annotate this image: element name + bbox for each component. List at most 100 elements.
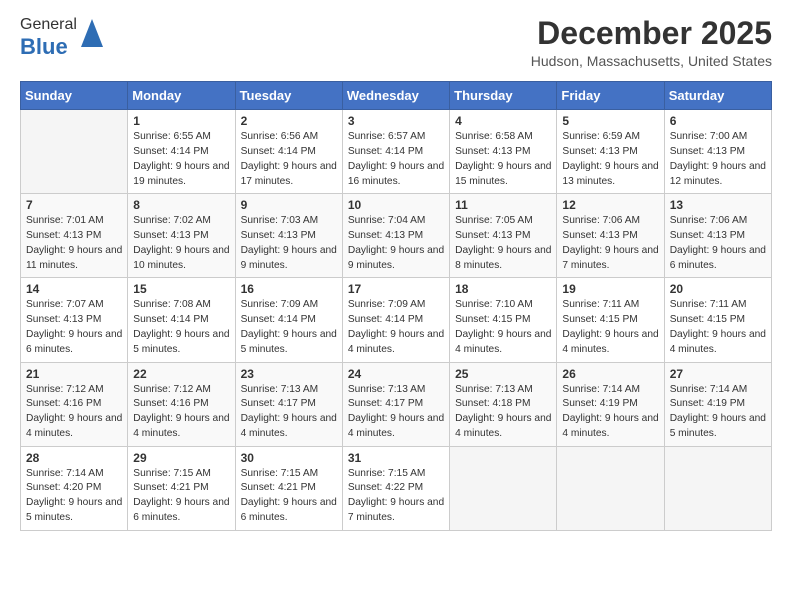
calendar-cell: 29 Sunrise: 7:15 AMSunset: 4:21 PMDayligh… — [128, 446, 235, 530]
day-detail: Sunrise: 7:13 AMSunset: 4:17 PMDaylight:… — [241, 383, 337, 442]
calendar-week-row: 14 Sunrise: 7:07 AMSunset: 4:13 PMDayligh… — [21, 278, 772, 362]
calendar-cell: 1 Sunrise: 6:55 AMSunset: 4:14 PMDaylight… — [128, 110, 235, 194]
header-wednesday: Wednesday — [342, 82, 449, 110]
day-number: 18 — [455, 282, 551, 296]
calendar-cell: 9Sunrise: 7:03 AMSunset: 4:13 PMDaylight… — [235, 194, 342, 278]
logo-blue-text: Blue — [20, 34, 68, 59]
day-detail: Sunrise: 7:15 AMSunset: 4:21 PMDaylight:… — [241, 467, 337, 526]
day-detail: Sunrise: 7:10 AMSunset: 4:15 PMDaylight:… — [455, 298, 551, 357]
page-header: General Blue December 2025 Hudson, Massa… — [20, 16, 772, 69]
day-detail: Sunrise: 7:11 AMSunset: 4:15 PMDaylight:… — [670, 298, 766, 357]
calendar-cell: 27 Sunrise: 7:14 AMSunset: 4:19 PMDayligh… — [664, 362, 771, 446]
calendar-cell — [664, 446, 771, 530]
calendar-cell: 31Sunrise: 7:15 AMSunset: 4:22 PMDayligh… — [342, 446, 449, 530]
day-number: 8 — [133, 198, 229, 212]
day-detail: Sunrise: 7:14 AMSunset: 4:19 PMDaylight:… — [670, 383, 766, 442]
calendar-week-row: 28 Sunrise: 7:14 AMSunset: 4:20 PMDayligh… — [21, 446, 772, 530]
header-thursday: Thursday — [450, 82, 557, 110]
location: Hudson, Massachusetts, United States — [531, 53, 772, 69]
day-number: 29 — [133, 451, 229, 465]
day-detail: Sunrise: 7:13 AMSunset: 4:18 PMDaylight:… — [455, 383, 551, 442]
calendar-cell: 30 Sunrise: 7:15 AMSunset: 4:21 PMDayligh… — [235, 446, 342, 530]
calendar-cell: 26 Sunrise: 7:14 AMSunset: 4:19 PMDayligh… — [557, 362, 664, 446]
day-number: 6 — [670, 114, 766, 128]
day-detail: Sunrise: 7:14 AMSunset: 4:20 PMDaylight:… — [26, 467, 122, 526]
day-detail: Sunrise: 7:05 AMSunset: 4:13 PMDaylight:… — [455, 214, 551, 273]
day-number: 27 — [670, 367, 766, 381]
calendar-cell: 23 Sunrise: 7:13 AMSunset: 4:17 PMDayligh… — [235, 362, 342, 446]
day-detail: Sunrise: 7:06 AMSunset: 4:13 PMDaylight:… — [670, 214, 766, 273]
day-detail: Sunrise: 7:15 AMSunset: 4:21 PMDaylight:… — [133, 467, 229, 526]
calendar-week-row: 21 Sunrise: 7:12 AMSunset: 4:16 PMDayligh… — [21, 362, 772, 446]
day-detail: Sunrise: 7:00 AMSunset: 4:13 PMDaylight:… — [670, 130, 766, 189]
day-detail: Sunrise: 7:15 AMSunset: 4:22 PMDaylight:… — [348, 467, 444, 526]
day-number: 23 — [241, 367, 337, 381]
calendar-cell: 14 Sunrise: 7:07 AMSunset: 4:13 PMDayligh… — [21, 278, 128, 362]
calendar-cell: 25 Sunrise: 7:13 AMSunset: 4:18 PMDayligh… — [450, 362, 557, 446]
calendar-cell: 5 Sunrise: 6:59 AMSunset: 4:13 PMDaylight… — [557, 110, 664, 194]
day-detail: Sunrise: 7:14 AMSunset: 4:19 PMDaylight:… — [562, 383, 658, 442]
calendar-cell: 13 Sunrise: 7:06 AMSunset: 4:13 PMDayligh… — [664, 194, 771, 278]
day-detail: Sunrise: 7:09 AMSunset: 4:14 PMDaylight:… — [241, 298, 337, 357]
day-number: 17 — [348, 282, 444, 296]
day-detail: Sunrise: 7:09 AMSunset: 4:14 PMDaylight:… — [348, 298, 444, 357]
calendar-cell — [450, 446, 557, 530]
day-number: 12 — [562, 198, 658, 212]
calendar-cell: 21 Sunrise: 7:12 AMSunset: 4:16 PMDayligh… — [21, 362, 128, 446]
day-number: 22 — [133, 367, 229, 381]
day-detail: Sunrise: 6:56 AMSunset: 4:14 PMDaylight:… — [241, 130, 337, 189]
day-detail: Sunrise: 6:58 AMSunset: 4:13 PMDaylight:… — [455, 130, 551, 189]
day-detail: Sunrise: 7:13 AMSunset: 4:17 PMDaylight:… — [348, 383, 444, 442]
calendar-cell: 22 Sunrise: 7:12 AMSunset: 4:16 PMDayligh… — [128, 362, 235, 446]
calendar-cell: 15Sunrise: 7:08 AMSunset: 4:14 PMDayligh… — [128, 278, 235, 362]
calendar-cell: 3 Sunrise: 6:57 AMSunset: 4:14 PMDaylight… — [342, 110, 449, 194]
calendar-cell: 12 Sunrise: 7:06 AMSunset: 4:13 PMDayligh… — [557, 194, 664, 278]
day-number: 26 — [562, 367, 658, 381]
title-block: December 2025 Hudson, Massachusetts, Uni… — [531, 16, 772, 69]
day-number: 4 — [455, 114, 551, 128]
calendar-cell: 28 Sunrise: 7:14 AMSunset: 4:20 PMDayligh… — [21, 446, 128, 530]
month-title: December 2025 — [531, 16, 772, 51]
day-detail: Sunrise: 7:01 AMSunset: 4:13 PMDaylight:… — [26, 214, 122, 273]
day-detail: Sunrise: 6:57 AMSunset: 4:14 PMDaylight:… — [348, 130, 444, 189]
header-friday: Friday — [557, 82, 664, 110]
day-number: 25 — [455, 367, 551, 381]
day-detail: Sunrise: 7:12 AMSunset: 4:16 PMDaylight:… — [26, 383, 122, 442]
calendar-cell: 24 Sunrise: 7:13 AMSunset: 4:17 PMDayligh… — [342, 362, 449, 446]
calendar-week-row: 1 Sunrise: 6:55 AMSunset: 4:14 PMDaylight… — [21, 110, 772, 194]
logo-general-text: General — [20, 16, 77, 33]
day-number: 30 — [241, 451, 337, 465]
day-detail: Sunrise: 7:03 AMSunset: 4:13 PMDaylight:… — [241, 214, 337, 273]
day-number: 13 — [670, 198, 766, 212]
day-detail: Sunrise: 6:55 AMSunset: 4:14 PMDaylight:… — [133, 130, 229, 189]
calendar-cell: 11Sunrise: 7:05 AMSunset: 4:13 PMDayligh… — [450, 194, 557, 278]
calendar-cell: 20Sunrise: 7:11 AMSunset: 4:15 PMDayligh… — [664, 278, 771, 362]
calendar-cell: 4 Sunrise: 6:58 AMSunset: 4:13 PMDaylight… — [450, 110, 557, 194]
day-number: 16 — [241, 282, 337, 296]
day-number: 1 — [133, 114, 229, 128]
day-number: 5 — [562, 114, 658, 128]
calendar-week-row: 7Sunrise: 7:01 AMSunset: 4:13 PMDaylight… — [21, 194, 772, 278]
calendar-cell: 10Sunrise: 7:04 AMSunset: 4:13 PMDayligh… — [342, 194, 449, 278]
day-number: 14 — [26, 282, 122, 296]
calendar-cell: 19Sunrise: 7:11 AMSunset: 4:15 PMDayligh… — [557, 278, 664, 362]
day-detail: Sunrise: 6:59 AMSunset: 4:13 PMDaylight:… — [562, 130, 658, 189]
calendar-header-row: SundayMondayTuesdayWednesdayThursdayFrid… — [21, 82, 772, 110]
day-number: 2 — [241, 114, 337, 128]
calendar-cell: 18 Sunrise: 7:10 AMSunset: 4:15 PMDayligh… — [450, 278, 557, 362]
day-number: 10 — [348, 198, 444, 212]
day-detail: Sunrise: 7:12 AMSunset: 4:16 PMDaylight:… — [133, 383, 229, 442]
header-monday: Monday — [128, 82, 235, 110]
day-detail: Sunrise: 7:07 AMSunset: 4:13 PMDaylight:… — [26, 298, 122, 357]
day-detail: Sunrise: 7:02 AMSunset: 4:13 PMDaylight:… — [133, 214, 229, 273]
calendar-cell — [21, 110, 128, 194]
header-saturday: Saturday — [664, 82, 771, 110]
logo: General Blue — [20, 16, 103, 60]
day-number: 3 — [348, 114, 444, 128]
day-detail: Sunrise: 7:06 AMSunset: 4:13 PMDaylight:… — [562, 214, 658, 273]
day-number: 24 — [348, 367, 444, 381]
calendar-cell — [557, 446, 664, 530]
day-number: 21 — [26, 367, 122, 381]
day-number: 28 — [26, 451, 122, 465]
calendar-cell: 17 Sunrise: 7:09 AMSunset: 4:14 PMDayligh… — [342, 278, 449, 362]
